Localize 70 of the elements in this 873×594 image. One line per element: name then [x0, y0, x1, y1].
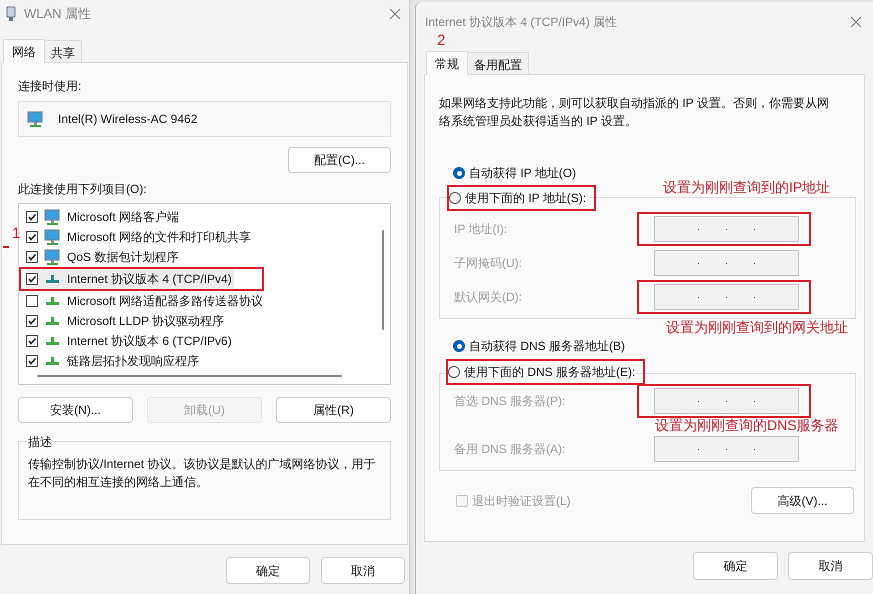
list-item[interactable]: Internet 协议版本 4 (TCP/IPv4): [26, 269, 234, 289]
protocol-icon: [44, 316, 61, 326]
field-label: IP 地址(I):: [454, 221, 508, 238]
step-number: 1: [12, 226, 20, 242]
close-icon[interactable]: [850, 16, 862, 28]
list-item[interactable]: Microsoft LLDP 协议驱动程序: [26, 311, 226, 331]
radio-label: 自动获得 DNS 服务器地址(B): [469, 338, 625, 355]
network-monitor-icon: [27, 110, 44, 128]
checkbox[interactable]: [26, 273, 38, 285]
annotation-note: 设置为刚刚查询的DNS服务器: [655, 418, 839, 433]
dialog-button[interactable]: 配置(C)...: [288, 147, 391, 173]
list-item[interactable]: Microsoft 网络的文件和打印机共享: [26, 227, 254, 247]
list-item[interactable]: Microsoft 网络适配器多路传送器协议: [26, 291, 266, 311]
checkbox[interactable]: [26, 211, 38, 223]
section-label: 此连接使用下列项目(O):: [18, 181, 148, 198]
checkbox[interactable]: [26, 295, 38, 307]
checkbox-label: 退出时验证设置(L): [472, 492, 571, 510]
window-title: WLAN 属性: [24, 5, 92, 24]
checkbox[interactable]: [26, 315, 38, 327]
radio-button[interactable]: [453, 340, 465, 352]
protocol-icon: [44, 274, 61, 284]
network-monitor-icon: [44, 248, 61, 266]
intro-text: 如果网络支持此功能，则可以获取自动指派的 IP 设置。否则，你需要从网络系统管理员处获得适当的 IP 设置。: [439, 95, 830, 130]
network-adapter-icon: [6, 6, 16, 22]
close-icon[interactable]: [389, 8, 401, 20]
checkbox[interactable]: [26, 335, 38, 347]
annotation-dash: [3, 246, 9, 248]
field-label: 首选 DNS 服务器(P):: [454, 393, 566, 410]
checkbox[interactable]: [26, 231, 38, 243]
step-number: 2: [437, 33, 446, 49]
horizontal-scrollbar[interactable]: [37, 375, 342, 377]
dialog-button[interactable]: 取消: [321, 557, 405, 584]
tab[interactable]: 备用配置: [468, 52, 529, 74]
list-item[interactable]: Microsoft 网络客户端: [26, 207, 182, 227]
checkbox[interactable]: [26, 251, 38, 263]
dialog-button[interactable]: 安装(N)...: [18, 397, 133, 423]
section-label: 连接时使用:: [18, 78, 82, 95]
dialog-button[interactable]: 确定: [226, 557, 310, 584]
list-item[interactable]: QoS 数据包计划程序: [26, 247, 180, 267]
vertical-scrollbar[interactable]: [382, 230, 384, 330]
protocol-icon: [44, 336, 61, 346]
radio-button[interactable]: [448, 366, 460, 378]
annotation-note: 设置为刚刚查询到的IP地址: [663, 180, 830, 195]
dialog-button[interactable]: 取消: [788, 552, 873, 580]
dialog-button[interactable]: 高级(V)...: [751, 487, 854, 514]
radio-label: 自动获得 IP 地址(O): [469, 165, 576, 182]
radio-button[interactable]: [449, 192, 461, 204]
group-title: 描述: [27, 433, 53, 451]
field-label: 子网掩码(U):: [454, 255, 522, 272]
radio-button[interactable]: [453, 167, 465, 179]
annotation-note: 设置为刚刚查询到的网关地址: [666, 320, 848, 335]
window-title: Internet 协议版本 4 (TCP/IPv4) 属性: [425, 14, 618, 31]
field-label: 备用 DNS 服务器(A):: [454, 441, 566, 458]
radio-label: 使用下面的 IP 地址(S):: [465, 190, 586, 207]
adapter-name: Intel(R) Wireless-AC 9462: [58, 111, 198, 128]
tab[interactable]: 共享: [45, 40, 82, 62]
radio-label: 使用下面的 DNS 服务器地址(E):: [464, 364, 636, 381]
dialog-button[interactable]: 属性(R): [276, 397, 391, 423]
dialog-button[interactable]: 确定: [693, 552, 778, 580]
network-monitor-icon: [44, 228, 61, 246]
tab[interactable]: 常规: [426, 51, 468, 75]
list-item[interactable]: Internet 协议版本 6 (TCP/IPv6): [26, 331, 234, 351]
list-item[interactable]: 链路层拓扑发现响应程序: [26, 351, 201, 371]
checkbox[interactable]: [26, 355, 38, 367]
protocol-icon: [44, 296, 61, 306]
description-text: 传输控制协议/Internet 协议。该协议是默认的广域网络协议，用于在不同的相互连接的网络上通信。: [28, 456, 376, 491]
field-label: 默认网关(D):: [454, 289, 522, 306]
tab[interactable]: 网络: [3, 39, 45, 63]
network-monitor-icon: [44, 208, 61, 226]
protocol-icon: [44, 356, 61, 366]
